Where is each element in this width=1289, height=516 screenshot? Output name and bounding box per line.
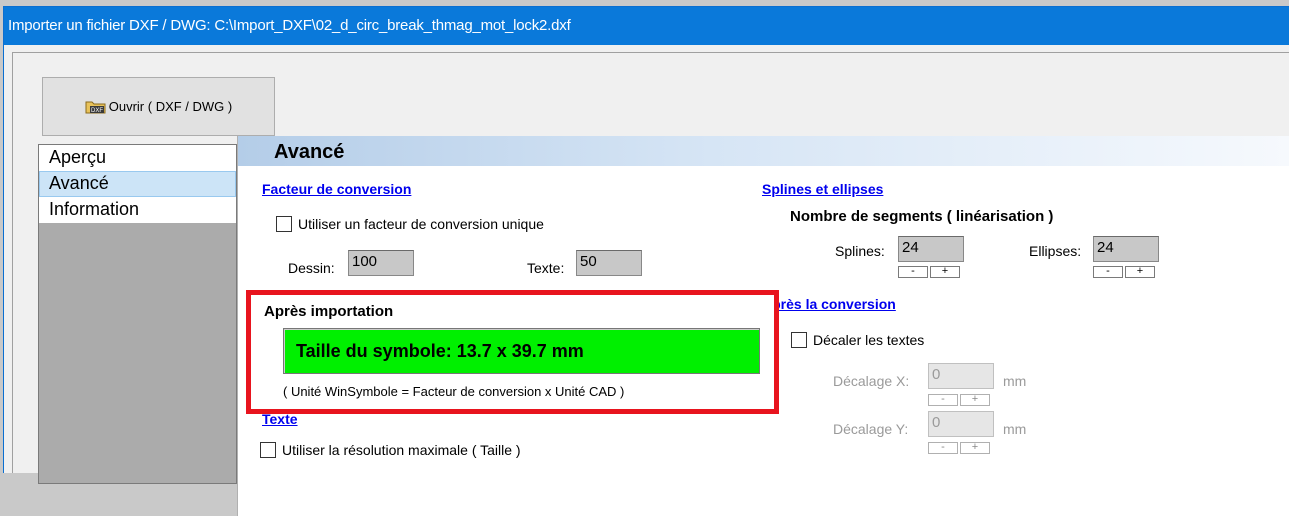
splines-increment-button[interactable]: +: [930, 266, 960, 278]
shift-x-increment-button[interactable]: +: [960, 394, 990, 406]
ellipses-decrement-button[interactable]: -: [1093, 266, 1123, 278]
drawing-label: Dessin:: [288, 260, 335, 276]
open-button-label: Ouvrir ( DXF / DWG ): [108, 99, 233, 114]
panel-title: Avancé: [238, 136, 1289, 166]
sidebar-item-apercu[interactable]: Aperçu: [39, 145, 236, 171]
after-import-title: Après importation: [264, 303, 394, 320]
splines-label: Splines:: [835, 243, 885, 259]
splines-input[interactable]: 24: [898, 236, 964, 262]
shift-y-increment-button[interactable]: +: [960, 442, 990, 454]
text-label: Texte:: [527, 260, 565, 276]
after-import-box: Après importation Taille du symbole: 13.…: [246, 290, 779, 414]
shift-x-stepper: - +: [928, 394, 990, 406]
shift-y-decrement-button[interactable]: -: [928, 442, 958, 454]
text-factor-input[interactable]: 50: [576, 250, 642, 276]
sidebar: Aperçu Avancé Information: [38, 144, 237, 484]
unique-factor-label: Utiliser un facteur de conversion unique: [298, 216, 544, 232]
unit-note: ( Unité WinSymbole = Facteur de conversi…: [283, 384, 625, 399]
sidebar-item-information[interactable]: Information: [39, 197, 236, 223]
ellipses-stepper: - +: [1093, 266, 1155, 278]
shift-x-unit: mm: [1003, 373, 1027, 389]
after-conversion-heading[interactable]: Après la conversion: [762, 296, 896, 312]
unique-factor-checkbox[interactable]: [276, 216, 292, 232]
splines-heading[interactable]: Splines et ellipses: [762, 181, 883, 197]
shift-y-label: Décalage Y:: [833, 421, 909, 437]
shift-y-stepper: - +: [928, 442, 990, 454]
ellipses-label: Ellipses:: [1029, 243, 1082, 259]
dxf-folder-icon: DXF: [85, 100, 107, 114]
shift-x-label: Décalage X:: [833, 373, 910, 389]
segments-subheading: Nombre de segments ( linéarisation ): [790, 208, 1054, 225]
svg-text:DXF: DXF: [91, 108, 103, 114]
sidebar-item-avance[interactable]: Avancé: [39, 171, 236, 197]
symbol-size-display: Taille du symbole: 13.7 x 39.7 mm: [283, 328, 760, 374]
shift-x-input[interactable]: 0: [928, 363, 994, 389]
conversion-factor-heading[interactable]: Facteur de conversion: [262, 181, 411, 197]
max-resolution-label: Utiliser la résolution maximale ( Taille…: [282, 442, 521, 458]
max-resolution-checkbox[interactable]: [260, 442, 276, 458]
shift-x-decrement-button[interactable]: -: [928, 394, 958, 406]
ellipses-increment-button[interactable]: +: [1125, 266, 1155, 278]
ellipses-input[interactable]: 24: [1093, 236, 1159, 262]
shift-texts-label: Décaler les textes: [813, 332, 925, 348]
screen-frame: Importer un fichier DXF / DWG: C:\Import…: [0, 0, 1289, 516]
shift-y-input[interactable]: 0: [928, 411, 994, 437]
splines-decrement-button[interactable]: -: [898, 266, 928, 278]
shift-y-unit: mm: [1003, 421, 1027, 437]
window-title: Importer un fichier DXF / DWG: C:\Import…: [4, 7, 1289, 45]
shift-texts-checkbox[interactable]: [791, 332, 807, 348]
open-dxf-dwg-button[interactable]: DXF Ouvrir ( DXF / DWG ): [42, 77, 275, 136]
splines-stepper: - +: [898, 266, 960, 278]
drawing-factor-input[interactable]: 100: [348, 250, 414, 276]
